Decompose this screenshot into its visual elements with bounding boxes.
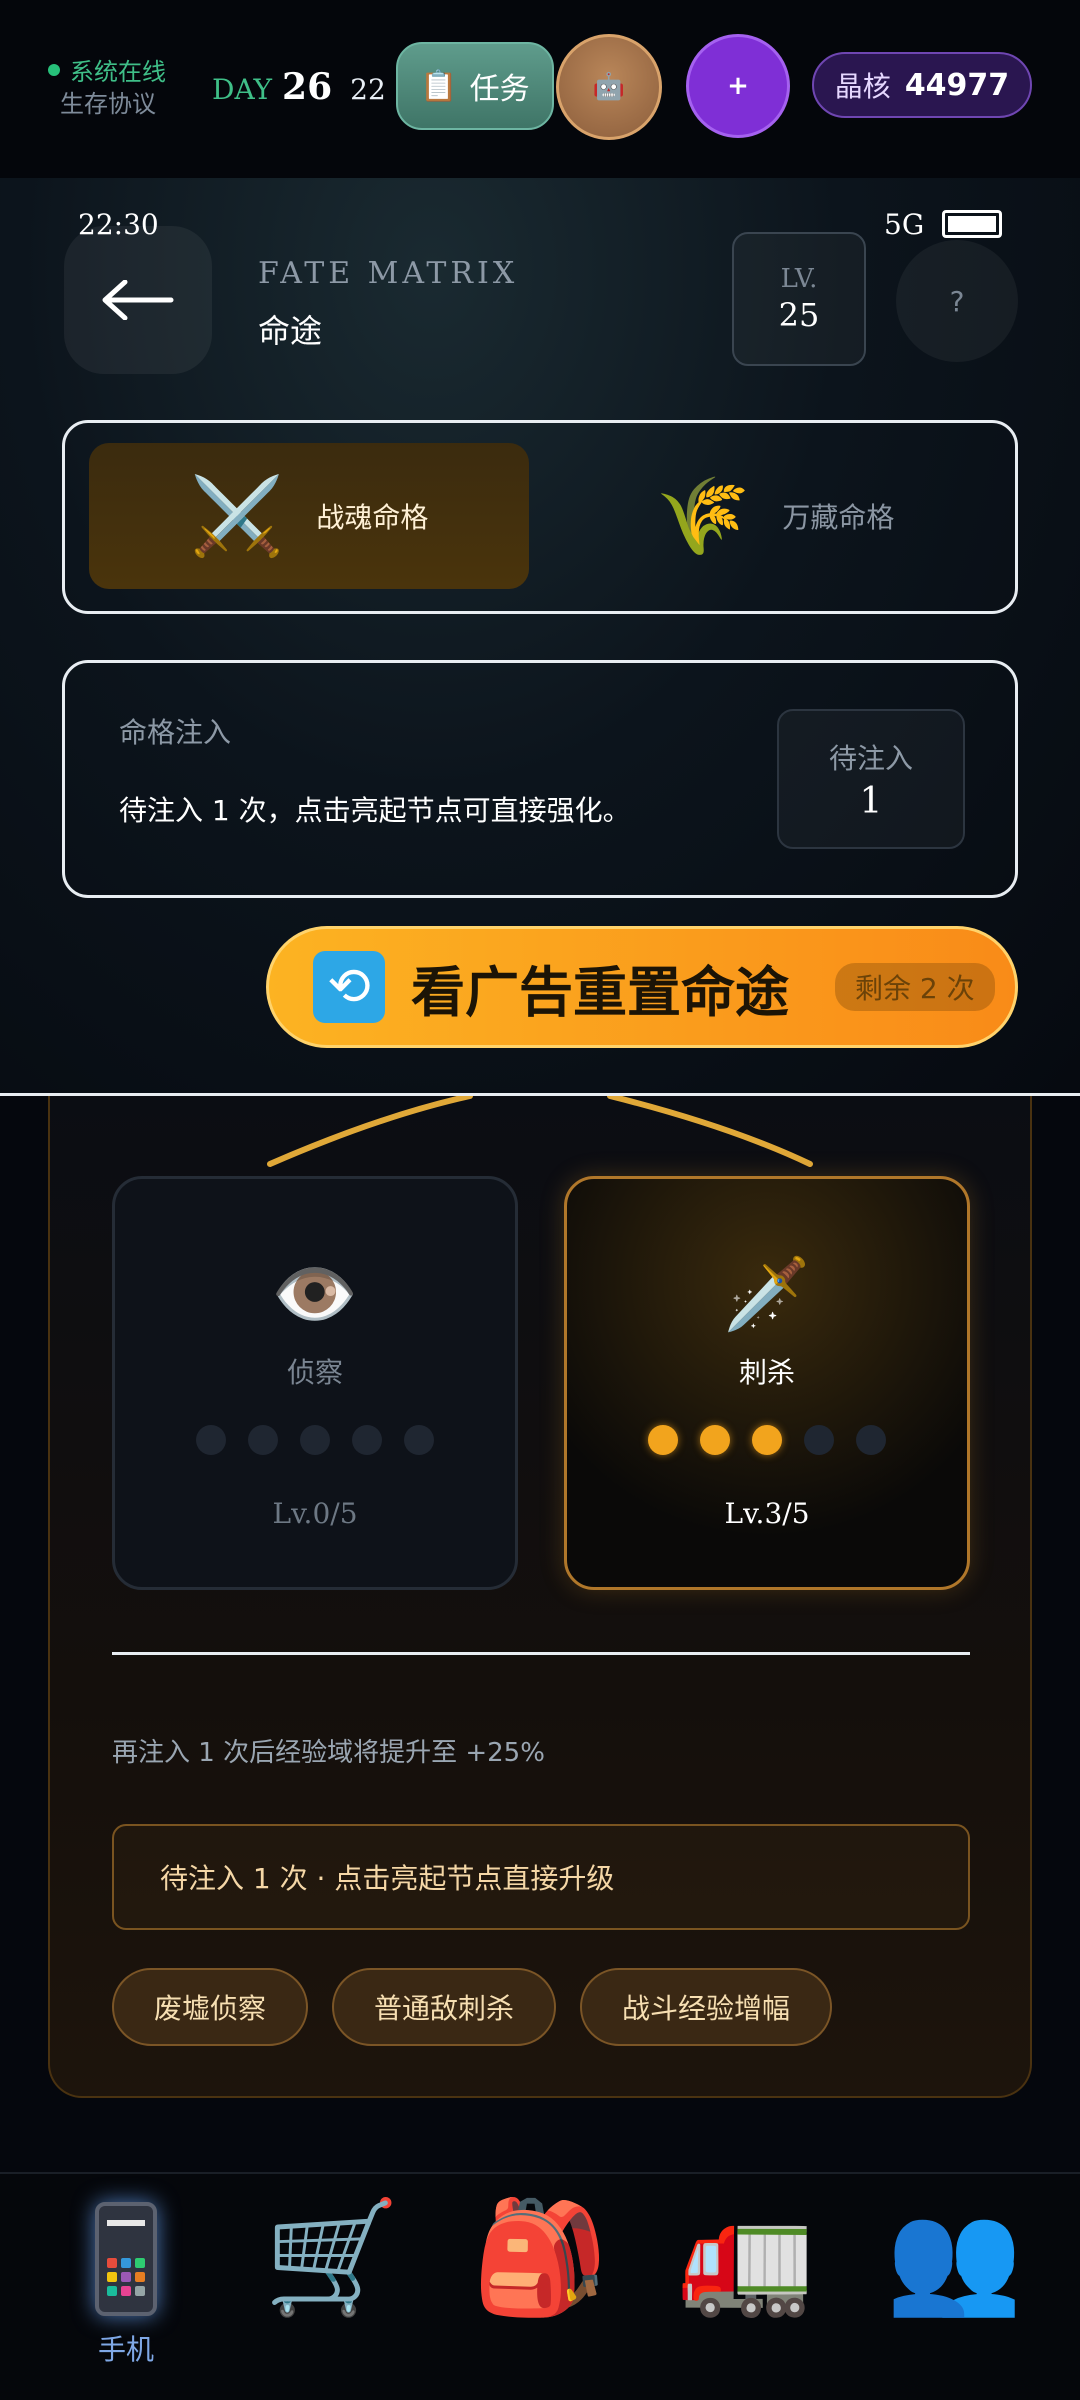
pending-counter: 待注入 1	[777, 709, 965, 849]
network-indicator: 5G	[884, 208, 925, 241]
arrow-left-icon	[102, 280, 174, 320]
robot-button[interactable]: 🤖	[556, 34, 662, 140]
level-dot	[804, 1425, 834, 1455]
nav-team[interactable]: 👥	[884, 2202, 1024, 2312]
phone-icon	[95, 2202, 157, 2316]
remaining-badge: 剩余 2 次	[835, 963, 995, 1011]
fate-matrix-panel: 22:30 5G FATE MATRIX 命途 LV. 25 ? ⚔️ 战魂命格…	[0, 178, 1080, 1096]
tag-ruins-recon: 废墟侦察	[112, 1968, 309, 2046]
skill-level-dots	[567, 1425, 967, 1455]
skill-name: 侦察	[286, 1356, 343, 1389]
protocol-text: 生存协议	[60, 90, 156, 118]
injection-card: 命格注入 待注入 1 次，点击亮起节点可直接强化。 待注入 1	[62, 660, 1018, 898]
task-button[interactable]: 📋 任务	[396, 42, 554, 130]
upgrade-hint: 待注入 1 次 · 点击亮起节点直接升级	[112, 1824, 970, 1930]
day-number: 26	[282, 66, 333, 108]
crystal-counter[interactable]: 晶核 44977	[812, 52, 1032, 118]
help-button[interactable]: ?	[896, 240, 1018, 362]
day-counter: DAY 26 22	[212, 66, 386, 108]
tab-treasury[interactable]: 🌾 万藏命格	[555, 443, 995, 589]
pending-label: 待注入	[828, 741, 913, 775]
task-label: 任务	[469, 72, 530, 107]
level-dot	[196, 1425, 226, 1455]
level-dot	[856, 1425, 886, 1455]
status-online-text: 系统在线	[70, 58, 166, 86]
day-label: DAY	[212, 73, 273, 106]
skill-tags: 废墟侦察 普通敌刺杀 战斗经验增幅	[112, 1968, 833, 2046]
crystal-value: 44977	[904, 67, 1010, 103]
skill-level-text: Lv.3/5	[724, 1497, 810, 1530]
online-indicator-icon	[48, 64, 60, 76]
level-dot	[300, 1425, 330, 1455]
day-extra: 22	[350, 73, 386, 106]
nav-label: 手机	[97, 2333, 154, 2366]
nav-truck[interactable]: 🚛	[676, 2202, 816, 2312]
people-icon: 👥	[885, 2193, 1023, 2321]
skill-name: 刺杀	[738, 1356, 795, 1389]
level-badge: LV. 25	[732, 232, 866, 366]
level-dot	[404, 1425, 434, 1455]
robot-icon: 🤖	[592, 72, 626, 102]
ad-button-label: 看广告重置命途	[411, 959, 789, 1024]
clipboard-icon: 📋	[420, 68, 458, 104]
nav-shop[interactable]: 🛒	[262, 2202, 402, 2312]
watch-ad-reset-button[interactable]: ⟲ 看广告重置命途 剩余 2 次	[266, 926, 1018, 1048]
tab-label: 战魂命格	[316, 501, 429, 534]
level-label: LV.	[780, 264, 818, 294]
divider	[112, 1652, 970, 1655]
battery-icon	[942, 210, 1002, 238]
level-dot	[752, 1425, 782, 1455]
eye-icon: 👁️	[271, 1253, 359, 1335]
plus-button[interactable]: +	[686, 34, 790, 138]
bonus-text: 再注入 1 次后经验域将提升至 +25%	[112, 1738, 545, 1768]
crystal-label: 晶核	[834, 70, 891, 103]
back-button[interactable]	[64, 226, 212, 374]
truck-icon: 🚛	[677, 2193, 815, 2321]
skill-level-text: Lv.0/5	[272, 1497, 358, 1530]
pending-value: 1	[859, 780, 883, 822]
title-english: FATE MATRIX	[258, 256, 519, 291]
backpack-icon: 🎒	[471, 2193, 609, 2321]
tag-enemy-assassinate: 普通敌刺杀	[332, 1968, 557, 2046]
level-dot	[352, 1425, 382, 1455]
injection-description: 待注入 1 次，点击亮起节点可直接强化。	[119, 794, 631, 827]
tab-battle-soul[interactable]: ⚔️ 战魂命格	[89, 443, 529, 589]
dagger-icon: 🗡️	[723, 1253, 811, 1335]
fate-tabs: ⚔️ 战魂命格 🌾 万藏命格	[62, 420, 1018, 614]
level-dot	[248, 1425, 278, 1455]
page-title: 命途	[258, 312, 323, 350]
crossed-swords-icon: ⚔️	[189, 471, 285, 560]
tree-connector	[267, 1096, 813, 1167]
system-status: 系统在线 生存协议	[48, 56, 166, 120]
tab-label: 万藏命格	[782, 501, 895, 534]
level-dot	[648, 1425, 678, 1455]
level-dot	[700, 1425, 730, 1455]
tag-combat-exp-boost: 战斗经验增幅	[580, 1968, 833, 2046]
skill-level-dots	[115, 1425, 515, 1455]
injection-label: 命格注入	[119, 716, 232, 749]
skill-tree: 👁️ 侦察 Lv.0/5 🗡️ 刺杀 Lv.3/5 再注入 1 次后经验域将提升…	[48, 1096, 1032, 2098]
top-hud: 系统在线 生存协议 DAY 26 22 📋 任务 🤖 + 晶核 44977	[0, 0, 1080, 178]
shopping-cart-icon: 🛒	[263, 2193, 401, 2321]
skill-node-assassinate[interactable]: 🗡️ 刺杀 Lv.3/5	[564, 1176, 970, 1590]
level-value: 25	[778, 296, 820, 334]
wheat-icon: 🌾	[655, 471, 751, 560]
bottom-nav: 手机 🛒 🎒 🚛 👥	[0, 2172, 1080, 2400]
refresh-icon: ⟲	[313, 951, 385, 1023]
skill-node-recon[interactable]: 👁️ 侦察 Lv.0/5	[112, 1176, 518, 1590]
nav-backpack[interactable]: 🎒	[470, 2202, 610, 2312]
nav-phone[interactable]: 手机	[56, 2202, 196, 2368]
